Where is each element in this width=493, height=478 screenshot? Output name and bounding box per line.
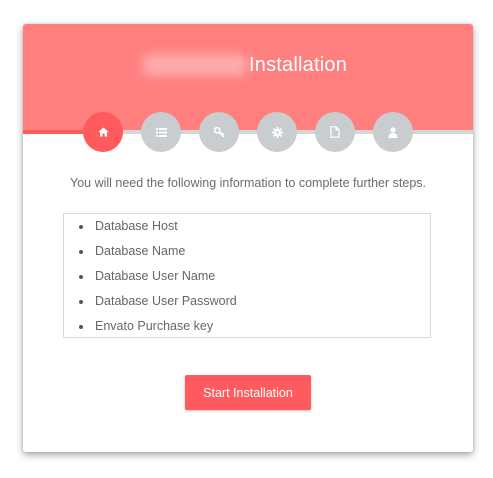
blurred-brand-name xyxy=(143,54,247,76)
step-admin-user[interactable] xyxy=(373,112,413,152)
list-icon xyxy=(155,127,167,137)
home-icon xyxy=(98,127,108,137)
step-settings[interactable] xyxy=(257,112,297,152)
step-database[interactable] xyxy=(141,112,181,152)
step-license[interactable] xyxy=(199,112,239,152)
bullet xyxy=(79,275,83,279)
list-item: Database User Password xyxy=(64,293,237,318)
bullet xyxy=(79,225,83,229)
requirement-label: Envato Purchase key xyxy=(95,319,214,333)
gear-icon xyxy=(271,126,283,138)
bullet xyxy=(79,300,83,304)
requirements-box: Database Host Database Name Database Use… xyxy=(63,213,431,338)
requirement-label: Database Host xyxy=(95,219,178,233)
start-installation-button[interactable]: Start Installation xyxy=(185,375,311,410)
requirement-label: Database User Name xyxy=(95,269,216,283)
file-icon xyxy=(330,126,340,138)
bullet xyxy=(79,325,83,329)
requirements-list: Database Host Database Name Database Use… xyxy=(64,218,237,343)
user-icon xyxy=(388,126,398,138)
list-item: Envato Purchase key xyxy=(64,318,237,343)
list-item: Database Name xyxy=(64,243,237,268)
installer-card: Installation You will need the following… xyxy=(23,24,473,452)
key-icon xyxy=(213,126,225,138)
requirement-label: Database User Password xyxy=(95,294,237,308)
list-item: Database User Name xyxy=(64,268,237,293)
requirement-label: Database Name xyxy=(95,244,186,258)
step-home[interactable] xyxy=(83,112,123,152)
page-title: Installation xyxy=(249,54,348,76)
intro-text: You will need the following information … xyxy=(70,176,426,190)
bullet xyxy=(79,250,83,254)
step-file[interactable] xyxy=(315,112,355,152)
list-item: Database Host xyxy=(64,218,237,243)
